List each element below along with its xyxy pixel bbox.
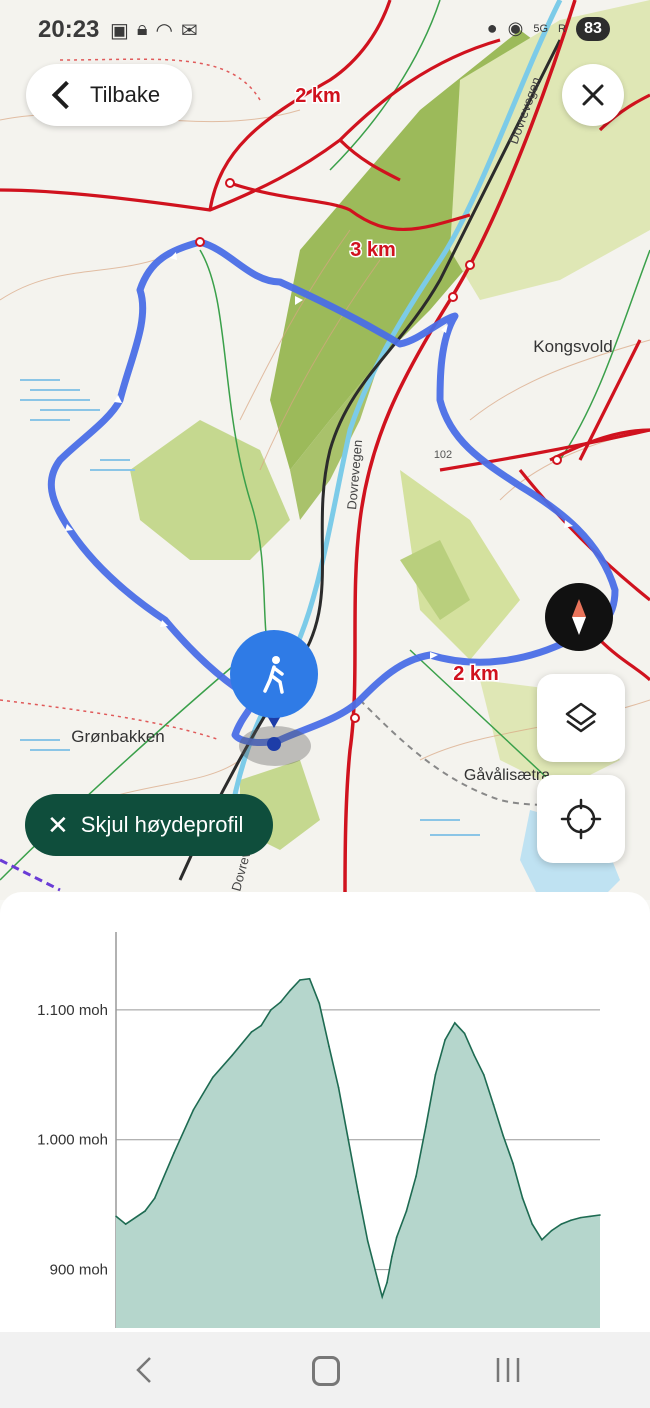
elevation-point (212, 1076, 214, 1079)
elevation-profile-panel: 900 moh 1.000 moh 1.100 moh (0, 892, 650, 1332)
place-label-kongsvold: Kongsvold (533, 337, 612, 356)
elevation-point (541, 1238, 543, 1241)
elevation-point (424, 1125, 427, 1128)
locate-button[interactable] (537, 775, 625, 863)
distance-label: 3 km (350, 239, 396, 261)
elevation-point (434, 1074, 437, 1076)
elevation-point (124, 1223, 127, 1225)
layers-button[interactable] (537, 674, 625, 762)
elevation-point (376, 1277, 379, 1280)
5g-icon: 5G (533, 22, 549, 35)
hide-elevation-profile-label: Skjul høydeprofil (80, 812, 244, 837)
status-icons-right: ● ◉ 5G R (487, 18, 566, 39)
elevation-point (318, 1002, 321, 1005)
elevation-point (550, 1229, 553, 1232)
battery-indicator: 83 (576, 17, 610, 41)
elevation-point (395, 1236, 398, 1238)
elevation-chart[interactable]: 900 moh 1.000 moh 1.100 moh (0, 892, 650, 1332)
nav-back-icon[interactable] (132, 1354, 156, 1386)
elevation-area (116, 978, 600, 1328)
back-button-label: Tilbake (90, 82, 161, 107)
elevation-point (357, 1190, 359, 1193)
signal-icon: R (558, 22, 566, 35)
elevation-point (153, 1197, 156, 1199)
layers-icon (565, 702, 597, 733)
elevation-point (279, 1001, 282, 1003)
elevation-point (483, 1074, 485, 1076)
elevation-point (405, 1210, 408, 1212)
location-icon: ● (486, 18, 498, 38)
nav-recent-icon[interactable] (494, 1356, 522, 1384)
elevation-point (570, 1219, 572, 1222)
hide-elevation-profile-button[interactable]: ✕ Skjul høydeprofil (25, 794, 273, 856)
elevation-point (589, 1215, 592, 1218)
hotspot-icon: ◉ (507, 18, 524, 38)
elevation-point (381, 1296, 384, 1298)
elevation-point (473, 1054, 475, 1057)
current-location-dot (267, 737, 281, 751)
elevation-point (492, 1103, 495, 1106)
elevation-point (347, 1138, 350, 1141)
elevation-point (337, 1087, 340, 1089)
elevation-point (366, 1240, 369, 1242)
elevation-spot-label: 102 (434, 449, 452, 461)
elevation-point (270, 1009, 272, 1011)
elevation-point (115, 1215, 117, 1218)
mail-icon: ✉ (181, 20, 198, 42)
status-time: 20:23 (38, 16, 100, 43)
elevation-point (192, 1109, 195, 1111)
elevation-point (454, 1022, 456, 1024)
close-icon: ✕ (47, 809, 69, 840)
elevation-point (531, 1223, 534, 1225)
elevation-point (463, 1032, 466, 1035)
elevation-point (173, 1151, 175, 1154)
y-tick-label: 1.000 moh (37, 1132, 108, 1149)
elevation-point (250, 1031, 253, 1033)
elevation-point (391, 1255, 393, 1258)
y-tick-label: 900 moh (50, 1262, 108, 1279)
elevation-point (415, 1175, 417, 1177)
back-button[interactable]: Tilbake (26, 64, 192, 126)
place-label-gronbakken: Grønbakken (71, 727, 165, 746)
elevation-point (579, 1216, 582, 1219)
close-icon (582, 84, 604, 106)
elevation-point (512, 1162, 514, 1164)
elevation-point (328, 1045, 330, 1048)
navigation-bar (0, 1332, 650, 1408)
compass-button[interactable] (545, 583, 613, 651)
status-icons-left: ▣ 🔒︎ ◠ ✉ (110, 18, 198, 43)
screenshot-icon: ▣ (110, 20, 129, 42)
close-button[interactable] (562, 64, 624, 126)
compass-icon (572, 599, 586, 635)
y-tick-label: 1.100 moh (37, 1002, 108, 1019)
map[interactable]: 2 km 3 km 2 km Kongsvold Grønbakken Gåvå… (0, 0, 650, 900)
elevation-point (144, 1210, 146, 1212)
elevation-point (289, 989, 292, 992)
distance-label: 2 km (295, 85, 341, 107)
elevation-point (502, 1135, 505, 1137)
status-bar: 20:23 ▣ 🔒︎ ◠ ✉ ● ◉ 5G R 83 (0, 0, 650, 62)
chevron-left-icon (51, 80, 81, 110)
elevation-point (444, 1038, 446, 1041)
wifi-icon: ◠ (155, 20, 173, 42)
elevation-point (521, 1197, 524, 1199)
distance-label: 2 km (453, 663, 499, 685)
crosshair-icon (560, 798, 602, 840)
elevation-point (299, 979, 301, 981)
elevation-point (308, 977, 311, 980)
nav-home-icon[interactable] (312, 1356, 340, 1386)
elevation-point (560, 1223, 563, 1225)
lock-icon: 🔒︎ (136, 18, 148, 40)
elevation-point (231, 1054, 233, 1057)
elevation-point (599, 1214, 601, 1216)
elevation-point (386, 1281, 388, 1284)
elevation-point (260, 1024, 263, 1027)
